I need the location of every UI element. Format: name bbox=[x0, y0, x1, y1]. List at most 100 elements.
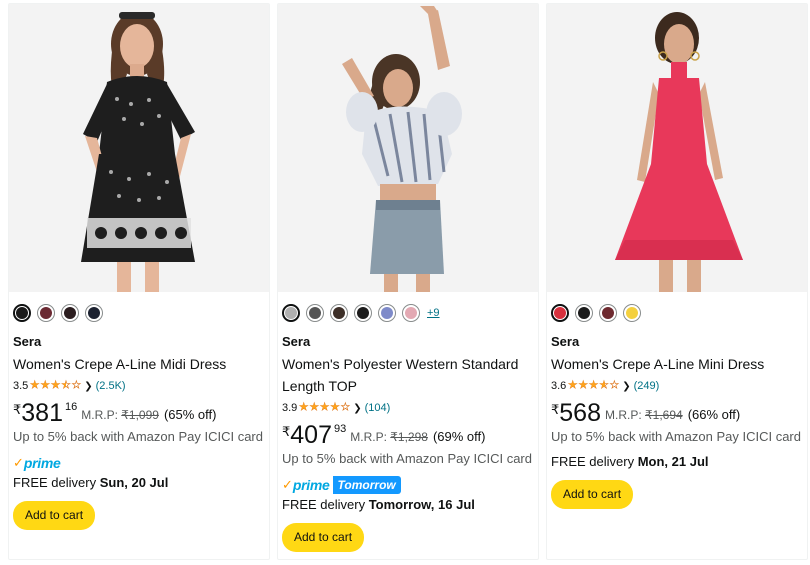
rating-row: 3.9 ★★★★★★★★★★ ❯ (104) bbox=[282, 398, 536, 418]
cashback-offer: Up to 5% back with Amazon Pay ICICI card bbox=[13, 429, 263, 444]
color-swatch[interactable] bbox=[599, 304, 617, 322]
delivery-date: Sun, 20 Jul bbox=[99, 475, 169, 490]
mrp-label: M.R.P: bbox=[350, 430, 387, 444]
price-row: ₹ 407 93 M.R.P: ₹1,298 (69% off) bbox=[282, 423, 536, 449]
color-swatch[interactable] bbox=[551, 304, 569, 322]
star-icon: ★★ bbox=[330, 402, 340, 413]
star-icon: ★★ bbox=[578, 380, 588, 391]
discount: (66% off) bbox=[687, 407, 741, 422]
swatch-color bbox=[405, 307, 417, 319]
rating-row: 3.6 ★★★★★★★★★★ ❯ (249) bbox=[551, 376, 805, 396]
color-swatch[interactable] bbox=[402, 304, 420, 322]
add-to-cart-button[interactable]: Add to cart bbox=[13, 501, 96, 530]
prime-check-icon: ✓ bbox=[13, 455, 24, 470]
swatch-color bbox=[602, 307, 614, 319]
color-swatch[interactable] bbox=[37, 304, 55, 322]
add-to-cart-button[interactable]: Add to cart bbox=[551, 480, 634, 509]
rating-value: 3.5 bbox=[13, 380, 29, 392]
color-swatch[interactable] bbox=[306, 304, 324, 322]
cashback-offer: Up to 5% back with Amazon Pay ICICI card bbox=[282, 451, 532, 466]
star-icon: ★★ bbox=[299, 402, 309, 413]
price-symbol: ₹ bbox=[282, 424, 291, 439]
price-fraction: 16 bbox=[65, 401, 78, 413]
rating-value: 3.9 bbox=[282, 402, 298, 414]
mrp-value: ₹1,694 bbox=[645, 408, 683, 422]
color-swatch[interactable] bbox=[378, 304, 396, 322]
delivery-date: Mon, 21 Jul bbox=[637, 454, 709, 469]
mrp-label: M.R.P: bbox=[605, 408, 642, 422]
star-icon: ★★ bbox=[51, 380, 61, 391]
chevron-down-icon[interactable]: ❯ bbox=[622, 381, 630, 392]
product-card[interactable]: Sera Women's Crepe A-Line Midi Dress 3.5… bbox=[8, 3, 270, 560]
color-swatches bbox=[551, 303, 641, 323]
delivery-info: FREE delivery Mon, 21 Jul bbox=[551, 453, 805, 471]
prime-label: prime bbox=[23, 455, 61, 471]
color-swatch[interactable] bbox=[85, 304, 103, 322]
swatch-color bbox=[309, 307, 321, 319]
swatch-color bbox=[357, 307, 369, 319]
product-card[interactable]: Sera Women's Crepe A-Line Mini Dress 3.6… bbox=[546, 3, 808, 560]
rating-count[interactable]: (104) bbox=[365, 402, 391, 414]
product-image[interactable] bbox=[9, 4, 269, 292]
delivery-prefix: FREE delivery bbox=[13, 475, 97, 490]
price-whole: 407 bbox=[290, 421, 332, 449]
delivery-prefix: FREE delivery bbox=[282, 497, 366, 512]
swatch-color bbox=[626, 307, 638, 319]
product-title[interactable]: Women's Crepe A-Line Midi Dress bbox=[13, 353, 267, 375]
product-image[interactable] bbox=[547, 4, 807, 292]
mrp-value: ₹1,298 bbox=[390, 430, 428, 444]
delivery-prefix: FREE delivery bbox=[551, 454, 635, 469]
swatch-color bbox=[88, 307, 100, 319]
rating-count[interactable]: (2.5K) bbox=[96, 380, 126, 392]
price-fraction: 93 bbox=[334, 423, 347, 435]
color-swatch[interactable] bbox=[13, 304, 31, 322]
product-title[interactable]: Women's Crepe A-Line Mini Dress bbox=[551, 353, 805, 375]
price-row: ₹ 381 16 M.R.P: ₹1,099 (65% off) bbox=[13, 401, 267, 427]
swatch-color bbox=[554, 307, 566, 319]
color-swatch[interactable] bbox=[575, 304, 593, 322]
product-info: Sera Women's Polyester Western Standard … bbox=[282, 333, 536, 552]
mrp: M.R.P: ₹1,298 bbox=[350, 430, 428, 444]
mrp-value: ₹1,099 bbox=[121, 408, 159, 422]
swatch-color bbox=[381, 307, 393, 319]
prime-tomorrow-badge: Tomorrow bbox=[332, 476, 401, 494]
chevron-down-icon[interactable]: ❯ bbox=[84, 381, 92, 392]
color-swatch[interactable] bbox=[61, 304, 79, 322]
add-to-cart-button[interactable]: Add to cart bbox=[282, 523, 365, 552]
price-symbol: ₹ bbox=[13, 402, 22, 417]
delivery-info: FREE delivery Tomorrow, 16 Jul bbox=[282, 496, 536, 514]
mrp-label: M.R.P: bbox=[81, 408, 118, 422]
prime-label: prime bbox=[292, 477, 330, 493]
product-info: Sera Women's Crepe A-Line Midi Dress 3.5… bbox=[13, 333, 267, 530]
product-card[interactable]: +9 Sera Women's Polyester Western Standa… bbox=[277, 3, 539, 560]
rating-count[interactable]: (249) bbox=[634, 380, 660, 392]
prime-check-icon: ✓ bbox=[282, 477, 293, 492]
product-image[interactable] bbox=[278, 4, 538, 292]
color-swatch[interactable] bbox=[354, 304, 372, 322]
chevron-down-icon[interactable]: ❯ bbox=[353, 403, 361, 414]
prime-badge: ✓ prime bbox=[13, 453, 267, 473]
star-icon: ★★ bbox=[340, 402, 351, 413]
price-row: ₹ 568 M.R.P: ₹1,694 (66% off) bbox=[551, 401, 805, 427]
product-title[interactable]: Women's Polyester Western Standard Lengt… bbox=[282, 353, 536, 397]
star-icon: ★★ bbox=[309, 402, 319, 413]
color-swatch[interactable] bbox=[330, 304, 348, 322]
swatch-color bbox=[16, 307, 28, 319]
mrp: M.R.P: ₹1,694 bbox=[605, 408, 683, 422]
color-swatches: +9 bbox=[282, 303, 440, 323]
star-rating[interactable]: ★★★★★★★★★★ bbox=[568, 380, 620, 391]
star-icon: ★★ bbox=[568, 380, 578, 391]
star-icon: ★★ bbox=[320, 402, 330, 413]
color-swatch[interactable] bbox=[623, 304, 641, 322]
color-swatch[interactable] bbox=[282, 304, 300, 322]
star-icon: ★★ bbox=[30, 380, 40, 391]
swatch-color bbox=[285, 307, 297, 319]
star-rating[interactable]: ★★★★★★★★★★ bbox=[30, 380, 82, 391]
more-colors-link[interactable]: +9 bbox=[427, 307, 440, 319]
price-whole: 568 bbox=[559, 399, 601, 427]
price-symbol: ₹ bbox=[551, 402, 560, 417]
star-rating[interactable]: ★★★★★★★★★★ bbox=[299, 402, 351, 413]
color-swatches bbox=[13, 303, 103, 323]
swatch-color bbox=[333, 307, 345, 319]
star-icon: ★★ bbox=[609, 380, 620, 391]
